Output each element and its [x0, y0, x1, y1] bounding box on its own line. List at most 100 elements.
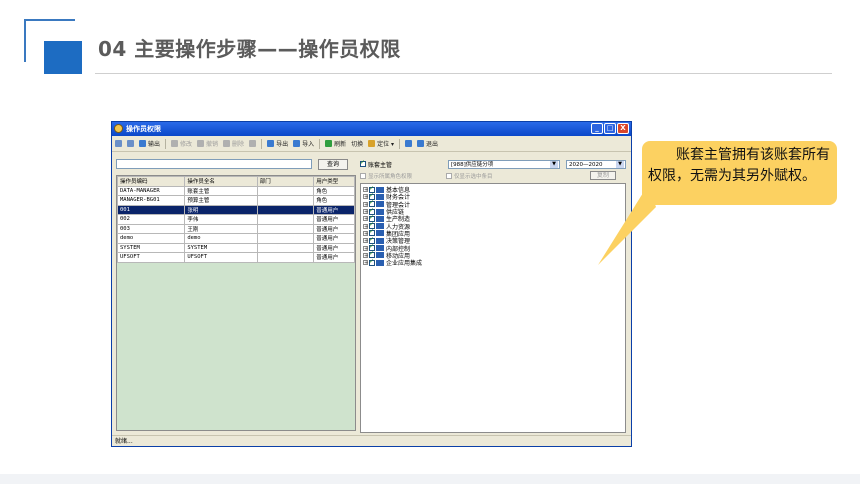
toolbar-item[interactable]: 刷新 — [325, 139, 346, 148]
query-button[interactable]: 查询 — [318, 158, 348, 170]
column-header[interactable]: 操作员编码 — [116, 176, 186, 187]
tree-node-label: 企业应用集成 — [386, 260, 423, 268]
preview-icon — [127, 140, 134, 147]
toolbar-item[interactable]: 删除 — [223, 139, 244, 148]
account-select[interactable]: [988]供应链分项 ▼ — [448, 159, 560, 169]
table-cell: 普通用户 — [313, 204, 355, 215]
toolbar-item[interactable] — [249, 140, 257, 147]
table-cell — [256, 252, 315, 263]
toolbar-item-label: 修改 — [180, 141, 193, 148]
toolbar-item[interactable]: 输出 — [139, 139, 160, 148]
expand-icon[interactable]: + — [363, 230, 368, 236]
account-manager-checkbox[interactable] — [360, 159, 366, 167]
chevron-down-icon: ▼ — [616, 160, 624, 168]
column-header[interactable]: 部门 — [256, 176, 315, 187]
toolbar-item[interactable] — [127, 140, 134, 147]
chevron-down-icon: ▼ — [550, 160, 558, 168]
year-select[interactable]: 2020—2020 ▼ — [566, 159, 626, 169]
toolbar-item[interactable]: 导出 — [267, 139, 288, 148]
toolbar: 输出 修改 撤销 删除 导出 导入 刷新 切换 定位 ▾ 退出 — [112, 136, 631, 152]
exit-icon — [417, 140, 425, 147]
table-cell: demo — [116, 233, 186, 244]
table-cell: 预算主管 — [184, 195, 258, 206]
table-cell — [256, 185, 315, 196]
permission-tree: +基本信息+财务会计+管理会计+供应链+生产制造+人力资源+集团应用+决策管理+… — [360, 183, 626, 433]
permissions-pane: 账套主管 [988]供应链分项▼ 2020—2020▼ 显示所属角色权限 仅显示… — [360, 155, 628, 433]
toolbar-item-label: 导出 — [276, 141, 289, 148]
toolbar-separator — [165, 138, 167, 149]
show-role-permissions-label: 显示所属角色权限 — [368, 173, 413, 180]
table-cell: 角色 — [313, 195, 355, 206]
table-row[interactable]: UFSOFT UFSOFT 普通用户 — [116, 252, 355, 263]
toolbar-separator — [399, 138, 401, 149]
toolbar-item-label: 定位 ▾ — [377, 141, 395, 148]
table-row[interactable]: DATA-MANAGER 账套主管 角色 — [116, 185, 355, 196]
table-cell — [256, 204, 315, 215]
expand-icon[interactable]: + — [363, 194, 368, 200]
title-decoration-block — [44, 41, 82, 74]
table-cell: 李伟 — [184, 214, 258, 225]
toolbar-item[interactable]: 定位 ▾ — [368, 139, 394, 148]
import-icon — [293, 140, 301, 147]
table-row[interactable]: MANAGER-BG01 预算主管 角色 — [116, 195, 355, 206]
toolbar-item-label: 刷新 — [334, 141, 347, 148]
show-role-permissions-checkbox[interactable] — [360, 172, 366, 179]
toolbar-item-label: 输出 — [148, 141, 161, 148]
toolbar-item[interactable]: 导入 — [293, 139, 314, 148]
toolbar-item[interactable]: 切换 — [351, 139, 363, 148]
expand-icon[interactable]: + — [363, 187, 368, 193]
module-icon — [376, 237, 384, 244]
toolbar-item[interactable] — [115, 140, 122, 147]
maximize-button[interactable]: □ — [604, 123, 616, 134]
module-icon — [376, 201, 384, 208]
expand-icon[interactable]: + — [363, 216, 368, 222]
copy-button[interactable]: 复制 — [590, 171, 616, 180]
account-manager-label: 账套主管 — [368, 161, 393, 169]
show-selected-only-checkbox[interactable] — [446, 172, 452, 179]
expand-icon[interactable]: + — [363, 245, 368, 251]
toolbar-item[interactable]: 退出 — [417, 139, 438, 148]
tree-checkbox[interactable] — [369, 258, 375, 266]
column-header[interactable]: 用户类型 — [313, 176, 355, 187]
expand-icon[interactable]: + — [363, 252, 368, 258]
export-icon — [267, 140, 275, 147]
table-cell: DATA-MANAGER — [116, 185, 186, 196]
toolbar-item[interactable]: 撤销 — [197, 139, 218, 148]
tree-node[interactable]: + 企业应用集成 — [361, 258, 625, 268]
print-icon — [115, 140, 122, 147]
expand-icon[interactable]: + — [363, 238, 368, 244]
slide-title: 04 主要操作步骤——操作员权限 — [98, 37, 401, 61]
search-input[interactable] — [116, 159, 312, 169]
toolbar-item-label: 切换 — [351, 141, 364, 148]
toolbar-item[interactable]: 修改 — [171, 139, 192, 148]
column-header[interactable]: 操作员全名 — [184, 176, 258, 187]
table-cell — [256, 242, 315, 253]
operator-list-pane: 查询 操作员编码 操作员全名 部门 用户类型 DATA-MANAGER 账套主管 角色 MA… — [114, 155, 357, 431]
table-cell: SYSTEM — [116, 242, 186, 253]
toolbar-separator — [261, 138, 263, 149]
toolbar-item[interactable] — [405, 140, 413, 147]
table-row[interactable]: 001 张明 普通用户 — [116, 204, 355, 215]
table-row[interactable]: 003 王刚 普通用户 — [116, 223, 355, 234]
refresh-icon — [325, 140, 333, 147]
expand-icon[interactable]: + — [363, 223, 368, 229]
toolbar-separator — [319, 138, 321, 149]
table-cell: 普通用户 — [313, 233, 355, 244]
footer-band — [0, 474, 860, 484]
table-row[interactable]: demo demo 普通用户 — [116, 233, 355, 244]
table-cell — [256, 214, 315, 225]
minimize-button[interactable]: _ — [591, 123, 603, 134]
expand-icon[interactable]: + — [363, 201, 368, 207]
window-titlebar: 操作员权限 _ □ X — [112, 122, 631, 136]
table-row[interactable]: 002 李伟 普通用户 — [116, 214, 355, 225]
module-icon — [376, 252, 384, 259]
table-cell: SYSTEM — [184, 242, 258, 253]
expand-icon[interactable]: + — [363, 260, 368, 266]
table-row[interactable]: SYSTEM SYSTEM 普通用户 — [116, 242, 355, 253]
table-cell: 账套主管 — [184, 185, 258, 196]
close-button[interactable]: X — [617, 123, 629, 134]
undo-icon — [197, 140, 205, 147]
window-title: 操作员权限 — [126, 125, 161, 133]
table-cell: 王刚 — [184, 223, 258, 234]
expand-icon[interactable]: + — [363, 209, 368, 215]
